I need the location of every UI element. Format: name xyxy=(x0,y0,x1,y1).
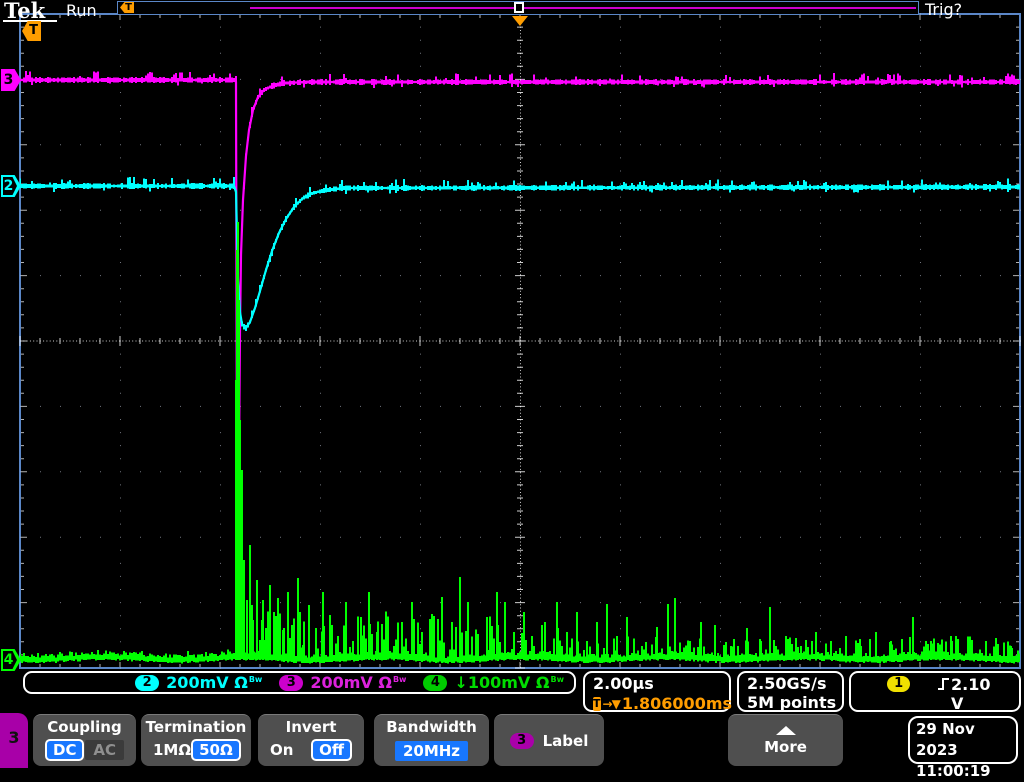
invert-title: Invert xyxy=(258,718,364,736)
channel4-badge: 4 xyxy=(423,675,447,691)
label-button[interactable]: 3 Label xyxy=(494,714,604,766)
label-title: Label xyxy=(543,732,589,750)
channel2-readout: 2 200mV ΩBw xyxy=(135,673,262,692)
coupling-button[interactable]: Coupling DC AC xyxy=(33,714,136,766)
acquisition-status: Run xyxy=(66,1,97,20)
channel3-scale: 200mV ΩBw xyxy=(310,673,406,692)
time-value: 11:00:19 xyxy=(916,761,1016,782)
acquisition-readout-box: 2.50GS/s 5M points xyxy=(737,671,844,712)
timebase-scale: 2.00µs xyxy=(593,674,729,693)
invert-button[interactable]: Invert On Off xyxy=(258,714,364,766)
sample-rate: 2.50GS/s xyxy=(747,674,842,693)
channel2-scale: 200mV ΩBw xyxy=(166,673,262,692)
bandwidth-value[interactable]: 20MHz xyxy=(395,741,468,761)
waveform-preview-line xyxy=(250,7,916,9)
more-title: More xyxy=(764,738,807,756)
timebase-readout-box: 2.00µs T →▼ 1.806000ms xyxy=(583,671,731,712)
bandwidth-title: Bandwidth xyxy=(374,718,489,736)
trigger-source-badge: 1 xyxy=(887,676,910,692)
invert-option-off[interactable]: Off xyxy=(311,739,352,761)
datetime-box: 29 Nov 2023 11:00:19 xyxy=(908,716,1018,764)
channel3-badge: 3 xyxy=(279,675,303,691)
channel-readout-box: 2 200mV ΩBw 3 200mV ΩBw 4 ↓100mV ΩBw xyxy=(23,671,576,694)
trigger-position-flag-icon: T xyxy=(120,2,134,13)
more-up-arrow-icon xyxy=(776,726,796,735)
termination-button[interactable]: Termination 1MΩ 50Ω xyxy=(141,714,251,766)
termination-option-1mohm[interactable]: 1MΩ xyxy=(153,741,191,759)
trigger-level-value: 2.10 V xyxy=(951,675,1007,713)
acquisition-preview-bar: T xyxy=(117,1,919,15)
delay-trigger-icon: T xyxy=(593,697,601,711)
coupling-option-dc[interactable]: DC xyxy=(45,739,84,761)
channel4-readout: 4 ↓100mV ΩBw xyxy=(423,673,564,692)
rising-edge-slope-icon xyxy=(936,676,951,692)
channel4-position-marker[interactable]: 4 xyxy=(1,649,21,671)
channel4-scale: ↓100mV ΩBw xyxy=(454,673,564,692)
record-length: 5M points xyxy=(747,693,842,712)
timebase-delay: T →▼ 1.806000ms xyxy=(593,694,729,713)
channel3-menu-tab: 3 xyxy=(0,713,28,768)
coupling-title: Coupling xyxy=(33,718,136,736)
channel2-position-marker[interactable]: 2 xyxy=(1,175,21,197)
trigger-status: Trig? xyxy=(925,0,962,19)
date-value: 29 Nov 2023 xyxy=(916,719,1016,761)
trigger-readout-box: 1 2.10 V xyxy=(849,671,1021,712)
invert-option-on[interactable]: On xyxy=(270,741,293,759)
delay-arrow-icon: →▼ xyxy=(603,697,620,711)
expansion-window-marker xyxy=(514,2,524,13)
channel3-position-marker[interactable]: 3 xyxy=(1,69,21,91)
waveform-display xyxy=(0,0,1024,700)
bandwidth-button[interactable]: Bandwidth 20MHz xyxy=(374,714,489,766)
termination-title: Termination xyxy=(141,718,251,736)
channel2-badge: 2 xyxy=(135,675,159,691)
coupling-option-ac[interactable]: AC xyxy=(85,740,124,760)
label-channel-badge: 3 xyxy=(510,733,534,749)
more-button[interactable]: More xyxy=(728,714,843,766)
termination-option-50ohm[interactable]: 50Ω xyxy=(191,739,241,761)
channel3-readout: 3 200mV ΩBw xyxy=(279,673,406,692)
